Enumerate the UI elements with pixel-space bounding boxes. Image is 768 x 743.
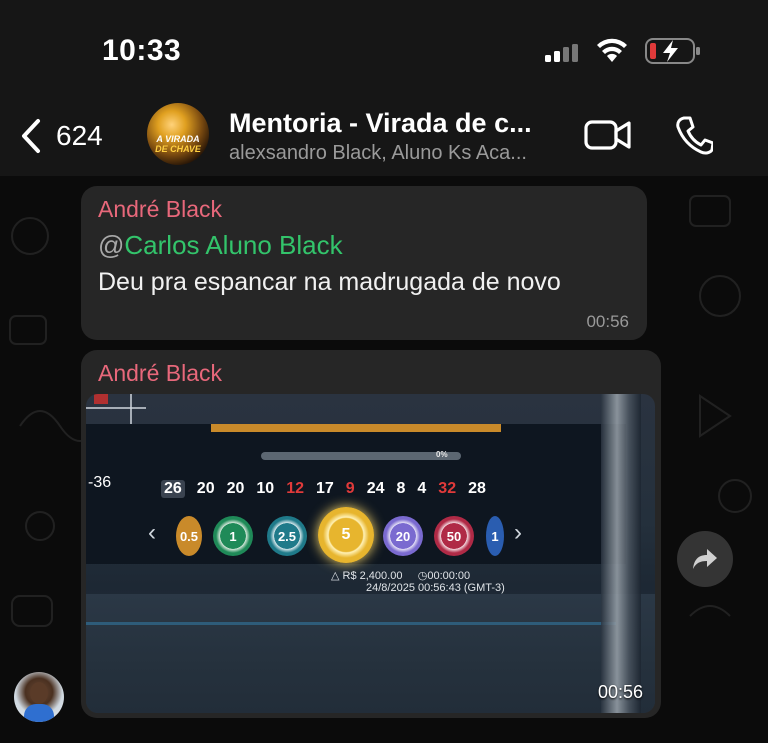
mention-at: @ [98, 230, 125, 260]
group-logo-text: DE CHAVE [155, 144, 201, 154]
group-logo-text: A VIRADA [156, 134, 200, 144]
recent-number: 10 [256, 480, 275, 497]
grid-number: -36 [88, 474, 112, 491]
recent-number: 12 [286, 480, 304, 497]
chevron-left-icon: ‹ [148, 519, 156, 546]
sender-avatar[interactable] [14, 672, 64, 722]
group-avatar[interactable]: A VIRADA DE CHAVE [147, 103, 209, 165]
monitor-edge [601, 394, 641, 713]
progress-label: 0% [436, 450, 448, 459]
chip: 20 [383, 516, 423, 556]
chip: 0.5 [176, 516, 202, 556]
chip-selected: 5 [318, 507, 374, 563]
chat-title[interactable]: Mentoria - Virada de c... [229, 108, 532, 139]
balance-text: △ R$ 2,400.00 ◷00:00:00 [331, 570, 471, 582]
recent-number: 9 [345, 480, 355, 497]
recent-number: 24 [366, 480, 385, 497]
chat-header: 624 A VIRADA DE CHAVE Mentoria - Virada … [0, 100, 768, 176]
battery-charging-icon [645, 38, 700, 64]
chip: 2.5 [267, 516, 307, 556]
recent-number: 26 [161, 480, 185, 498]
game-screen: 0% -36 26 20 20 10 12 17 9 24 8 4 32 28 … [86, 424, 626, 594]
chevron-left-icon [22, 119, 40, 153]
chip: 1 [213, 516, 253, 556]
message-sender[interactable]: André Black [98, 360, 222, 387]
message-time: 00:56 [586, 312, 629, 331]
recent-numbers: 26 20 20 10 12 17 9 24 8 4 32 28 [161, 480, 498, 498]
video-camera-icon[interactable] [584, 118, 632, 152]
unread-count: 624 [56, 120, 103, 151]
table-surface [86, 594, 655, 713]
avatar-shirt [24, 704, 54, 722]
cellular-signal-icon [545, 44, 578, 62]
recent-number: 32 [438, 480, 457, 497]
message-image[interactable]: 0% -36 26 20 20 10 12 17 9 24 8 4 32 28 … [86, 394, 655, 713]
recent-number: 28 [468, 480, 486, 497]
recent-number: 20 [196, 480, 215, 497]
recent-number: 20 [226, 480, 245, 497]
timer-value: 00:00:00 [427, 570, 471, 582]
chat-participants[interactable]: alexsandro Black, Aluno Ks Aca... [229, 142, 527, 165]
phone-icon[interactable] [675, 115, 713, 155]
message-bubble-media[interactable]: André Black 0% -36 26 20 20 10 12 17 9 2… [81, 350, 661, 718]
recent-number: 4 [417, 480, 427, 497]
message-time: 00:56 [597, 682, 643, 702]
screen-top-bar [211, 424, 501, 432]
avatar-head [30, 682, 48, 704]
datetime-text: 24/8/2025 00:56:43 (GMT-3) [366, 582, 505, 594]
chevron-right-icon: › [514, 519, 522, 546]
chip: 1 [486, 516, 504, 556]
recent-number: 8 [396, 480, 406, 497]
forward-arrow-icon [693, 549, 717, 569]
message-sender[interactable]: André Black [98, 196, 222, 223]
wifi-icon [597, 38, 627, 62]
status-bar: 10:33 [0, 0, 768, 100]
balance-value: R$ 2,400.00 [342, 570, 403, 582]
recent-number: 17 [315, 480, 334, 497]
progress-bar [261, 452, 461, 460]
status-time: 10:33 [102, 34, 182, 67]
chip: 50 [434, 516, 474, 556]
mention-name[interactable]: Carlos Aluno Black [124, 230, 342, 260]
message-bubble[interactable]: André Black @Carlos Aluno Black Deu pra … [81, 186, 647, 340]
back-button[interactable]: 624 [20, 118, 103, 154]
message-mention[interactable]: @Carlos Aluno Black [98, 230, 343, 261]
forward-button[interactable] [677, 531, 733, 587]
message-text: Deu pra espancar na madrugada de novo [98, 268, 561, 296]
table-edge-line [86, 622, 616, 625]
